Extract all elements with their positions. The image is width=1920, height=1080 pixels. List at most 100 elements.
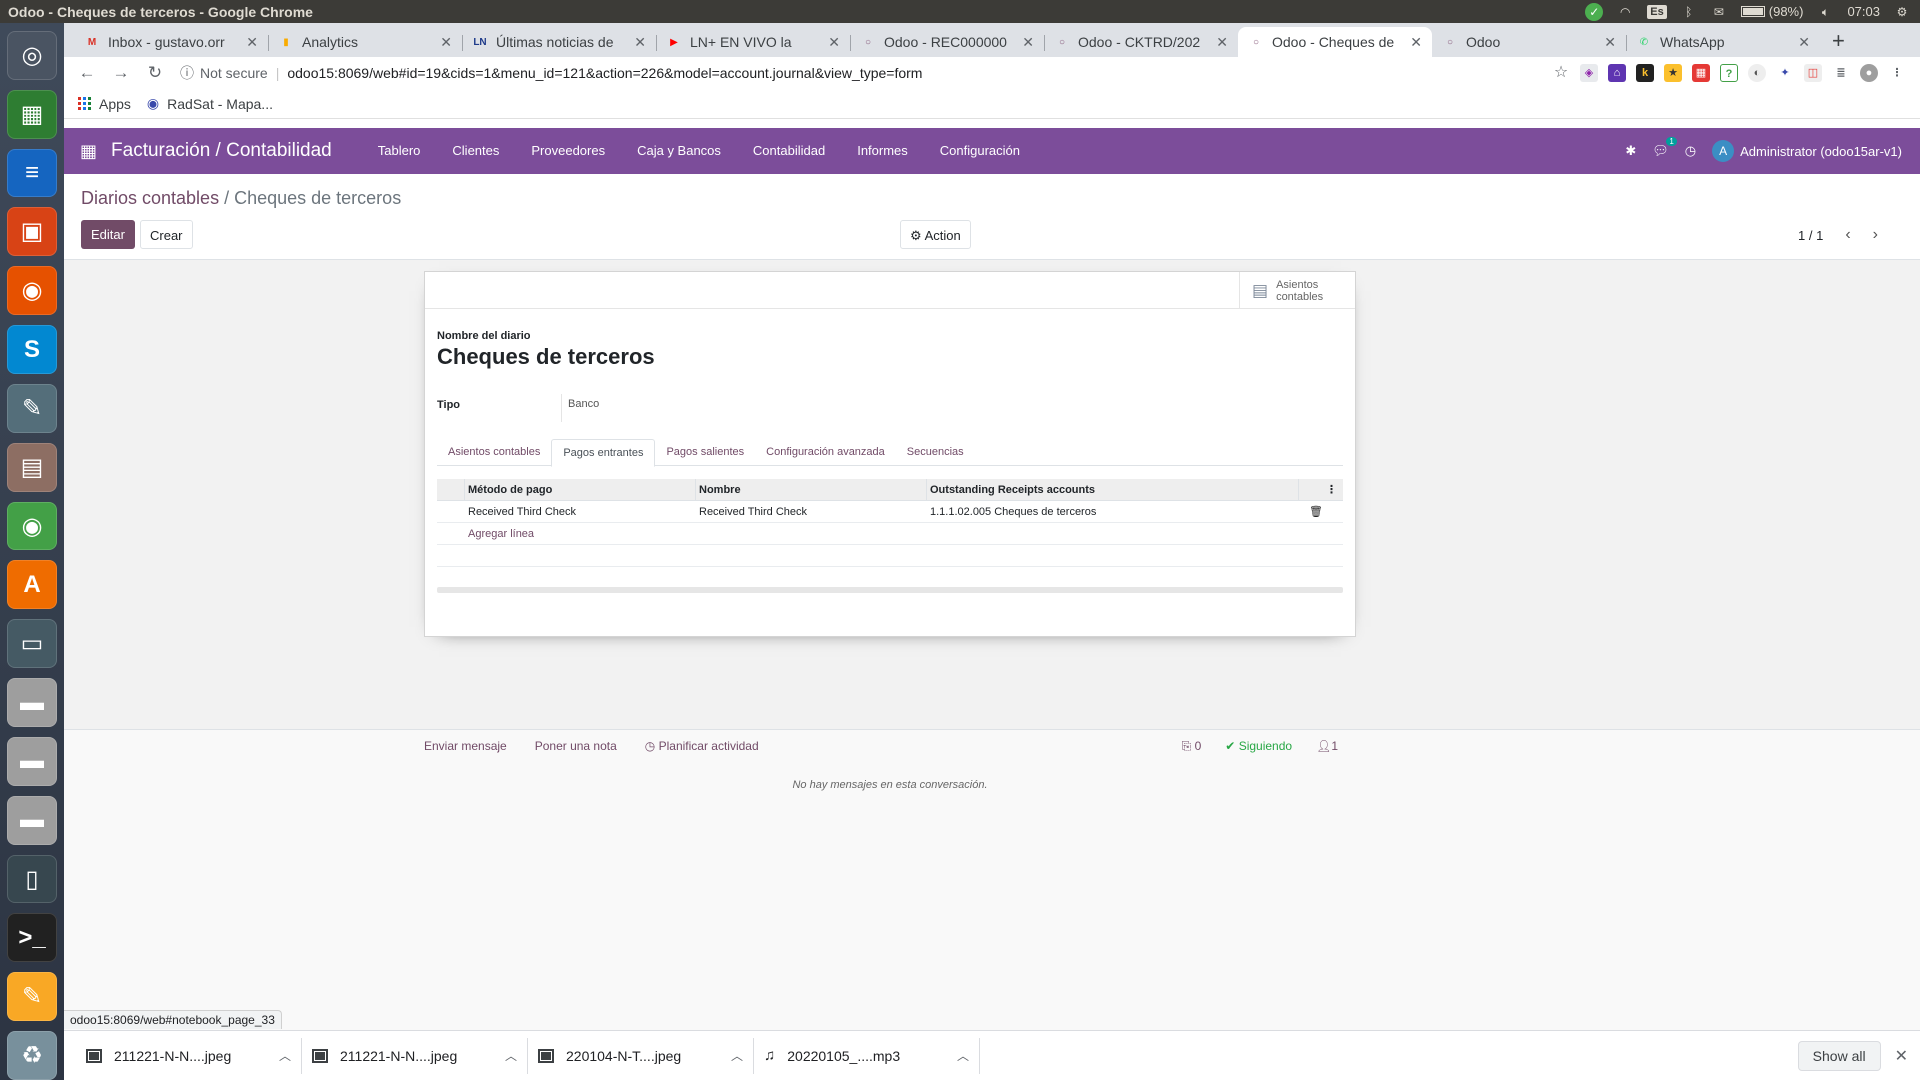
writer-app-icon[interactable]: ≡ <box>7 148 57 198</box>
notebook-tab[interactable]: Secuencias <box>896 439 975 465</box>
action-dropdown-button[interactable]: ⚙ Action <box>900 220 971 249</box>
column-header[interactable]: Método de pago <box>465 478 696 501</box>
system-tools-icon[interactable]: ✎ <box>7 383 57 433</box>
journal-entries-stat-button[interactable]: ▤ Asientos contables <box>1239 272 1355 309</box>
menu-item[interactable]: Configuración <box>924 128 1036 174</box>
browser-tab[interactable]: ○ Odoo - Cheques de ✕ <box>1238 27 1432 57</box>
skype-icon[interactable]: S <box>7 325 57 374</box>
volume-icon[interactable]: 🔈︎ <box>1817 5 1833 19</box>
menu-item[interactable]: Contabilidad <box>737 128 841 174</box>
close-tab-icon[interactable]: ✕ <box>1216 34 1228 51</box>
battery-indicator[interactable]: (98%) <box>1740 4 1803 19</box>
close-tab-icon[interactable]: ✕ <box>1022 34 1034 51</box>
messaging-icon[interactable]: 💬︎ 1 <box>1652 137 1677 159</box>
extension-icon[interactable]: k <box>1636 64 1654 82</box>
extension-icon[interactable]: ▦ <box>1692 64 1710 82</box>
pager-next-icon[interactable]: › <box>1873 226 1878 244</box>
extension-icon[interactable]: ◐ <box>1748 64 1766 82</box>
wifi-icon[interactable]: ◠ <box>1617 5 1633 19</box>
firefox-icon[interactable]: ◉ <box>7 266 57 316</box>
terminal-icon[interactable]: >_ <box>7 913 57 963</box>
chevron-up-icon[interactable]: ︿ <box>731 1047 743 1064</box>
name-cell[interactable]: Received Third Check <box>696 506 927 518</box>
menu-item[interactable]: Clientes <box>436 128 515 174</box>
schedule-activity-button[interactable]: ◷ Planificar actividad <box>645 739 759 753</box>
browser-tab[interactable]: ▮ Analytics ✕ <box>268 27 462 57</box>
text-editor-icon[interactable]: ✎ <box>7 972 57 1022</box>
column-header[interactable]: Nombre <box>696 478 927 501</box>
close-tab-icon[interactable]: ✕ <box>1604 34 1616 51</box>
log-note-button[interactable]: Poner una nota <box>535 739 617 753</box>
reload-icon[interactable]: ↻ <box>140 59 170 87</box>
horizontal-scrollbar[interactable] <box>437 587 1343 593</box>
close-tab-icon[interactable]: ✕ <box>246 34 258 51</box>
notebook-tab[interactable]: Pagos entrantes <box>551 439 656 467</box>
close-tab-icon[interactable]: ✕ <box>634 34 646 51</box>
edit-button[interactable]: Editar <box>81 220 135 249</box>
mail-icon[interactable]: ✉ <box>1711 5 1727 19</box>
browser-tab[interactable]: LN Últimas noticias de ✕ <box>462 27 656 57</box>
software-center-icon[interactable]: A <box>7 560 57 610</box>
bookmark-radsat[interactable]: ◉ RadSat - Mapa... <box>147 95 273 112</box>
phone-device-icon[interactable]: ▯ <box>7 854 57 904</box>
drive-icon[interactable]: ▬ <box>7 795 57 845</box>
close-tab-icon[interactable]: ✕ <box>1798 34 1810 51</box>
sync-check-icon[interactable]: ✓ <box>1585 2 1604 21</box>
browser-tab[interactable]: ✆ WhatsApp ✕ <box>1626 27 1820 57</box>
forward-arrow-icon[interactable]: → <box>106 59 136 87</box>
extension-icon[interactable]: ⌂ <box>1608 64 1626 82</box>
download-item[interactable]: 211221-N-N....jpeg ︿ <box>76 1037 302 1074</box>
create-button[interactable]: Crear <box>140 220 193 249</box>
browser-tab[interactable]: ○ Odoo - CKTRD/202 ✕ <box>1044 27 1238 57</box>
table-row[interactable]: Received Third Check Received Third Check… <box>437 501 1343 523</box>
keyboard-layout-indicator[interactable]: Es <box>1647 4 1667 19</box>
trash-icon[interactable]: 🗑︎ <box>1309 506 1323 518</box>
reading-list-icon[interactable]: ≣ <box>1832 64 1850 82</box>
menu-item[interactable]: Tablero <box>362 128 437 174</box>
breadcrumb-parent[interactable]: Diarios contables <box>81 188 219 208</box>
clock[interactable]: 07:03 <box>1847 4 1880 19</box>
debug-bug-icon[interactable]: ✱ <box>1625 143 1636 159</box>
column-header[interactable]: Outstanding Receipts accounts <box>927 478 1299 501</box>
app-title[interactable]: Facturación / Contabilidad <box>111 140 332 162</box>
notebook-tab[interactable]: Configuración avanzada <box>755 439 896 465</box>
file-manager-icon[interactable]: ▤ <box>7 442 57 492</box>
close-tab-icon[interactable]: ✕ <box>828 34 840 51</box>
browser-tab[interactable]: ○ Odoo - REC000000 ✕ <box>850 27 1044 57</box>
chevron-up-icon[interactable]: ︿ <box>279 1047 291 1064</box>
trash-icon[interactable]: ♻ <box>7 1031 57 1080</box>
browser-tab[interactable]: ▶ LN+ EN VIVO la ✕ <box>656 27 850 57</box>
notebook-tab[interactable]: Pagos salientes <box>655 439 755 465</box>
following-button[interactable]: ✔ Siguiendo <box>1225 739 1292 753</box>
bookmark-apps[interactable]: Apps <box>78 96 131 112</box>
pager-previous-icon[interactable]: ‹ <box>1845 226 1850 244</box>
chevron-up-icon[interactable]: ︿ <box>957 1047 969 1064</box>
dash-home-icon[interactable]: ◎ <box>7 31 57 80</box>
spreadsheet-app-icon[interactable]: ▦ <box>7 89 57 139</box>
extension-icon[interactable]: ◫ <box>1804 64 1822 82</box>
bookmark-star-icon[interactable]: ☆ <box>1552 64 1570 82</box>
show-all-downloads-button[interactable]: Show all <box>1797 1040 1881 1071</box>
extension-icon[interactable]: ✦ <box>1776 64 1794 82</box>
browser-tab[interactable]: M Inbox - gustavo.orr ✕ <box>74 27 268 57</box>
profile-avatar-icon[interactable]: ● <box>1860 64 1878 82</box>
attachments-button[interactable]: ⎘ 0 <box>1182 739 1202 754</box>
pager-value[interactable]: 1 / 1 <box>1798 228 1823 243</box>
account-cell[interactable]: 1.1.1.02.005 Cheques de terceros <box>927 506 1299 518</box>
new-tab-plus-icon[interactable]: + <box>1820 27 1857 57</box>
extension-icon[interactable]: ? <box>1720 64 1738 82</box>
back-arrow-icon[interactable]: ← <box>72 59 102 87</box>
settings-gear-icon[interactable]: ⚙ <box>1894 5 1910 19</box>
extension-icon[interactable]: ★ <box>1664 64 1682 82</box>
followers-button[interactable]: 👤︎1 <box>1316 739 1338 753</box>
close-tab-icon[interactable]: ✕ <box>440 34 452 51</box>
activity-clock-icon[interactable]: ◷ <box>1685 143 1696 159</box>
address-bar[interactable]: ⓘ Not secure | odoo15:8069/web#id=19&cid… <box>174 59 1548 87</box>
download-item[interactable]: 211221-N-N....jpeg ︿ <box>302 1037 528 1074</box>
extension-icon[interactable]: ◈ <box>1580 64 1598 82</box>
info-icon[interactable]: ⓘ <box>180 63 194 83</box>
chrome-icon[interactable]: ◉ <box>7 501 57 551</box>
chevron-up-icon[interactable]: ︿ <box>505 1047 517 1064</box>
workspace-switcher-icon[interactable]: ▭ <box>7 619 57 669</box>
bluetooth-icon[interactable]: ᛒ <box>1681 5 1697 19</box>
